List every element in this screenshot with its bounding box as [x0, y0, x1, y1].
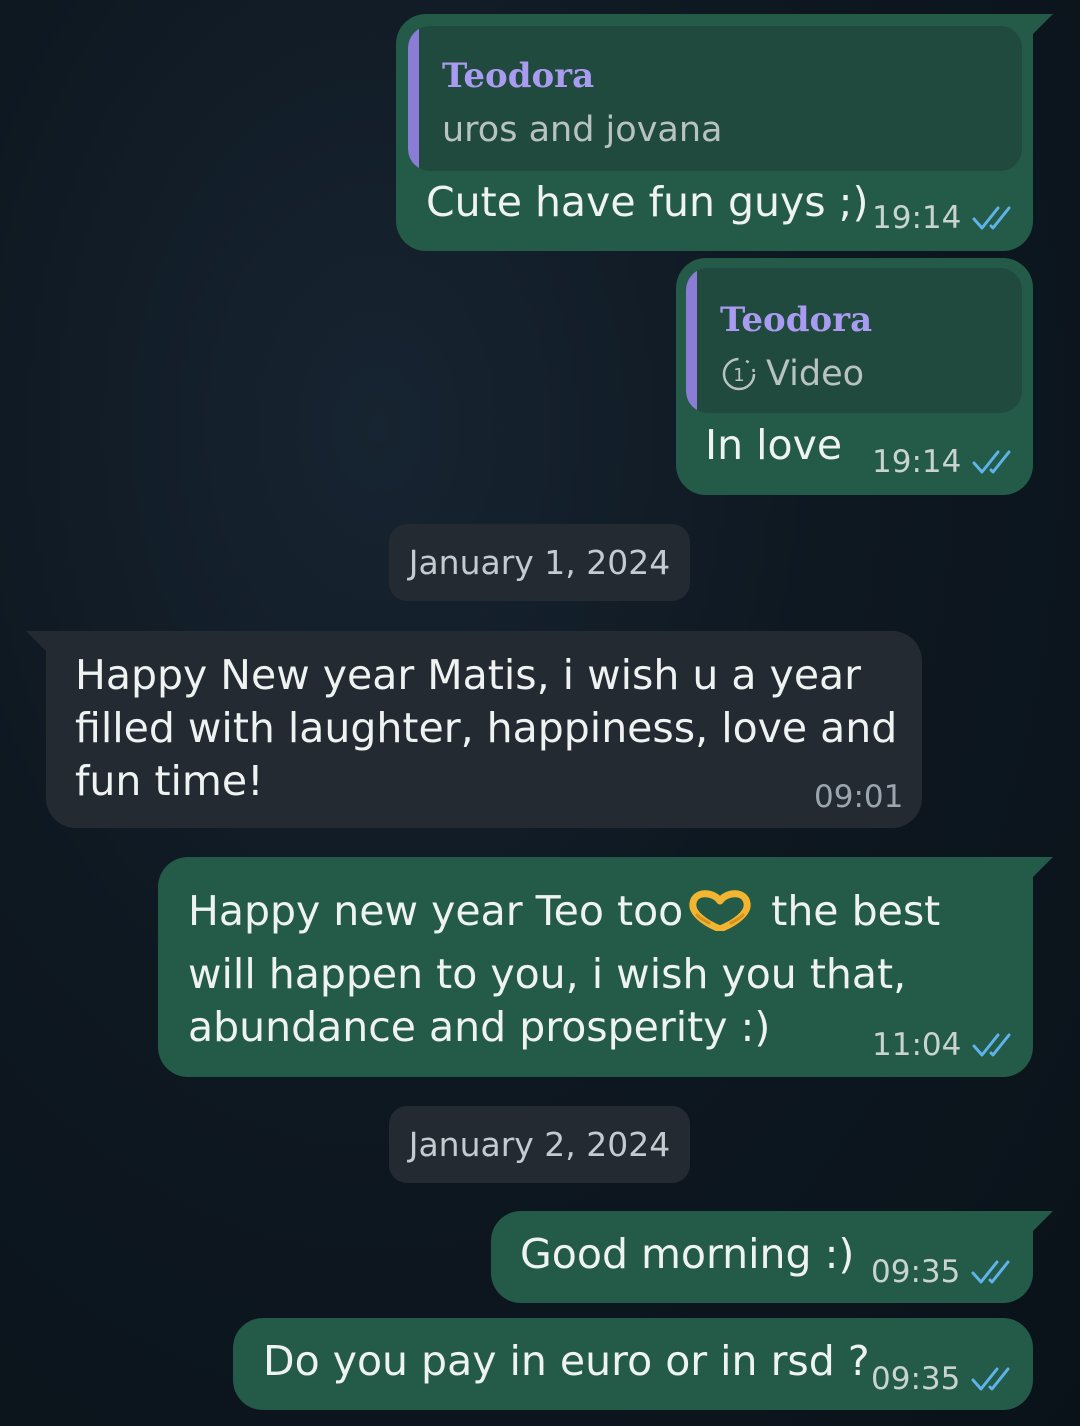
message-time: 09:01	[814, 779, 904, 815]
view-once-icon: 1	[722, 357, 756, 391]
message-bubble-incoming[interactable]: Happy New year Matis, i wish u a year fi…	[26, 631, 922, 828]
quote-author: Teodora	[720, 300, 873, 340]
quote-accent-bar	[408, 26, 419, 171]
message-line: abundance and prosperity :)	[188, 1003, 771, 1051]
message-bubble-outgoing[interactable]: Good morning :) 09:35	[491, 1211, 1053, 1303]
svg-text:1: 1	[733, 365, 744, 386]
message-meta: 19:14	[872, 444, 1017, 480]
message-line: Happy new year Teo too the best	[188, 885, 940, 938]
quote-text-label: Video	[766, 354, 865, 394]
message-time: 11:04	[872, 1027, 962, 1063]
message-meta: 09:35	[871, 1361, 1016, 1397]
message-meta: 11:04	[872, 1027, 1017, 1063]
read-receipt-icon	[972, 206, 1011, 230]
quote-author: Teodora	[442, 56, 595, 96]
message-line: will happen to you, i wish you that,	[188, 950, 907, 998]
date-separator: January 1, 2024	[389, 524, 690, 601]
read-receipt-icon	[971, 1367, 1010, 1391]
message-meta: 19:14	[872, 200, 1017, 236]
quote-text: uros and jovana	[442, 110, 723, 150]
message-line: Happy New year Matis, i wish u a year	[75, 651, 862, 699]
message-bubble-outgoing[interactable]: Teodora uros and jovana Cute have fun gu…	[396, 14, 1053, 251]
message-line: fun time!	[75, 757, 264, 805]
message-text: In love	[705, 421, 843, 469]
message-time: 19:14	[872, 444, 962, 480]
reply-quote[interactable]: Teodora 1 Video	[686, 268, 1022, 413]
message-line-text: the best	[771, 887, 941, 935]
date-separator: January 2, 2024	[389, 1106, 690, 1183]
read-receipt-icon	[972, 1033, 1011, 1057]
message-time: 09:35	[871, 1361, 961, 1397]
message-line-text: Happy new year Teo too	[188, 887, 684, 935]
reply-quote[interactable]: Teodora uros and jovana	[408, 26, 1022, 171]
message-line: filled with laughter, happiness, love an…	[75, 704, 898, 752]
read-receipt-icon	[972, 450, 1011, 474]
message-bubble-outgoing[interactable]: Happy new year Teo too the best will hap…	[158, 857, 1053, 1077]
message-bubble-outgoing[interactable]: Teodora 1 Video In love 19:14	[676, 258, 1033, 495]
message-time: 19:14	[872, 200, 962, 236]
heart-hands-emoji	[689, 890, 751, 931]
message-text: Cute have fun guys ;)	[426, 178, 869, 226]
quote-text: 1 Video	[720, 354, 864, 394]
message-bubble-outgoing[interactable]: Do you pay in euro or in rsd ? 09:35	[233, 1318, 1033, 1410]
message-text: Good morning :)	[520, 1230, 855, 1278]
message-text: Do you pay in euro or in rsd ?	[263, 1337, 870, 1385]
message-meta: 09:35	[871, 1254, 1016, 1290]
message-time: 09:35	[871, 1254, 961, 1290]
read-receipt-icon	[971, 1260, 1010, 1284]
quote-accent-bar	[686, 268, 697, 413]
